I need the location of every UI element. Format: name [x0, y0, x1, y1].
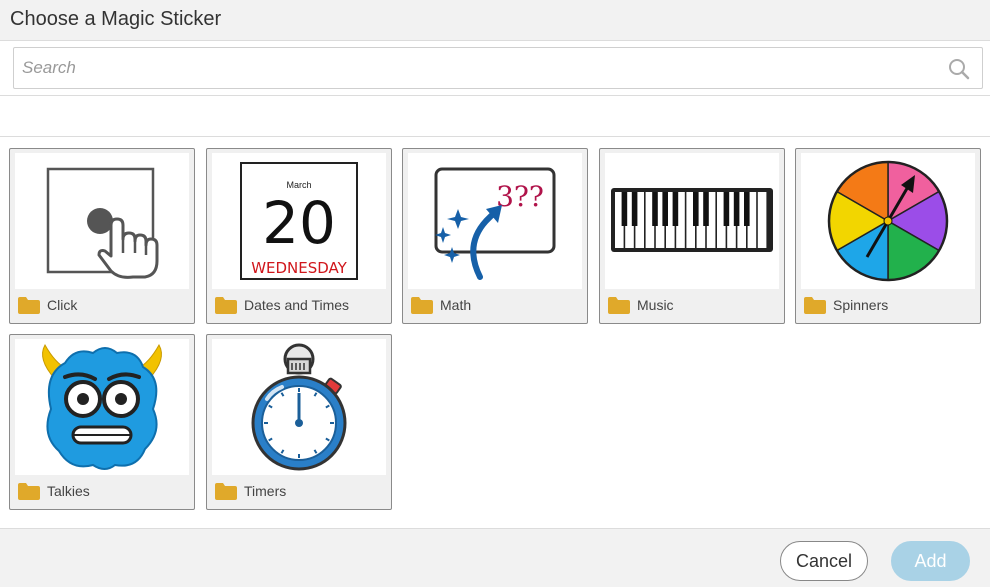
tile-label: Math [440, 297, 472, 313]
sticker-thumbnail [605, 153, 779, 289]
calendar-icon: March 20 WEDNESDAY [240, 162, 358, 280]
stopwatch-icon [251, 343, 347, 471]
cancel-button[interactable]: Cancel [780, 541, 868, 581]
calendar-weekday: WEDNESDAY [251, 259, 347, 277]
tile-label: Music [637, 297, 674, 313]
sticker-thumbnail: March 20 WEDNESDAY [212, 153, 386, 289]
sticker-folder-tile[interactable]: March 20 WEDNESDAY Dates and Times [206, 148, 392, 324]
folder-icon [608, 297, 630, 314]
folder-icon [411, 297, 433, 314]
sticker-thumbnail [15, 339, 189, 475]
toolbar-spacer [0, 96, 990, 137]
add-button[interactable]: Add [891, 541, 970, 581]
calendar-day: 20 [262, 189, 336, 257]
sticker-thumbnail [15, 153, 189, 289]
search-box[interactable] [13, 47, 983, 89]
folder-icon [18, 297, 40, 314]
blue-monster-icon [42, 343, 162, 470]
sticker-folder-tile[interactable]: 3?? Math [402, 148, 588, 324]
sticker-thumbnail [801, 153, 975, 289]
sticker-folder-tile[interactable]: Talkies [9, 334, 195, 510]
search-row [0, 41, 990, 96]
dialog-footer: Cancel Add [0, 528, 990, 587]
math-board-icon: 3?? [434, 167, 556, 280]
dialog-title: Choose a Magic Sticker [10, 8, 222, 30]
sticker-grid: Click March 20 WEDNESDAY Dates and Times… [0, 137, 990, 528]
search-input[interactable] [22, 56, 922, 80]
math-text: 3?? [496, 180, 544, 213]
tile-label: Dates and Times [244, 297, 350, 313]
sticker-folder-tile[interactable]: Timers [206, 334, 392, 510]
tile-label: Click [47, 297, 78, 313]
folder-icon [804, 297, 826, 314]
tile-label: Spinners [833, 297, 889, 313]
tile-label: Timers [244, 483, 287, 499]
click-hand-icon [46, 167, 159, 279]
dialog-header: Choose a Magic Sticker [0, 0, 990, 41]
sticker-folder-tile[interactable]: Spinners [795, 148, 981, 324]
sticker-thumbnail: 3?? [408, 153, 582, 289]
folder-icon [18, 483, 40, 500]
sticker-folder-tile[interactable]: Click [9, 148, 195, 324]
search-icon[interactable] [948, 58, 970, 80]
color-spinner-icon [827, 160, 949, 282]
sticker-thumbnail [212, 339, 386, 475]
piano-keyboard-icon [611, 188, 773, 252]
tile-label: Talkies [47, 483, 90, 499]
folder-icon [215, 483, 237, 500]
sticker-folder-tile[interactable]: Music [599, 148, 785, 324]
folder-icon [215, 297, 237, 314]
